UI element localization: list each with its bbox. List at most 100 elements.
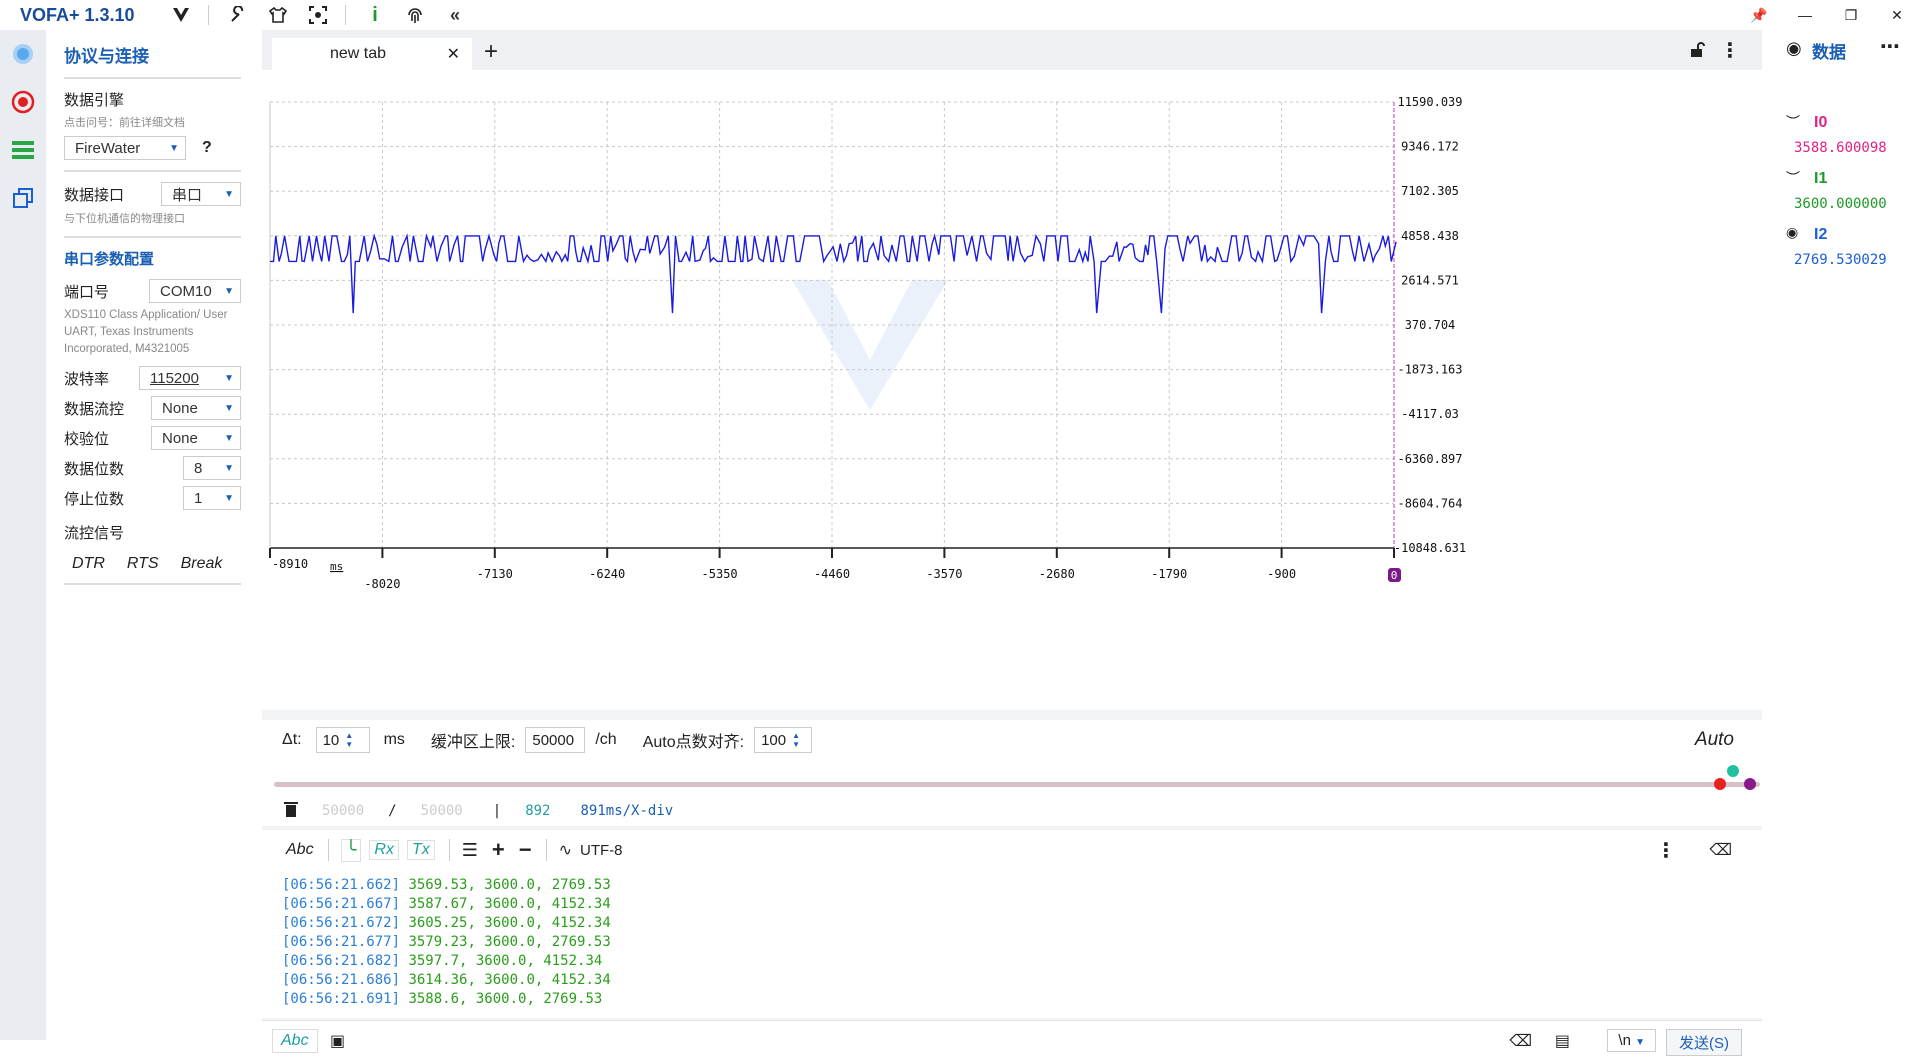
x-tick-label: -900 <box>1267 567 1296 581</box>
tab-new-tab[interactable]: new tab ✕ <box>272 38 472 70</box>
line-values: 3587.67, 3600.0, 4152.34 <box>408 896 611 912</box>
engine-hint: 点击问号：前往详细文档 <box>64 117 185 129</box>
y-tick-label: 4858.438 <box>1401 229 1459 243</box>
timestamp: [06:56:21.667] <box>282 896 401 912</box>
record-icon[interactable] <box>0 78 46 126</box>
channel-name[interactable]: I1 <box>1814 170 1827 188</box>
divider <box>545 839 547 861</box>
break-toggle[interactable]: Break <box>181 555 223 573</box>
eraser-icon[interactable]: ⌫ <box>1509 1031 1532 1051</box>
zoom-in-icon[interactable]: + <box>492 837 505 863</box>
eye-closed-icon[interactable]: ︶ <box>1786 112 1800 132</box>
waveform-chart[interactable]: 11590.039 9346.172 7102.305 4858.438 2614.57… <box>262 70 1762 710</box>
status-row: 50000 / 50000 | 892 891ms/X-div <box>262 796 1762 826</box>
history-icon[interactable]: ▤ <box>1555 1031 1570 1051</box>
auto-mode-button[interactable]: Auto <box>1695 729 1734 751</box>
terminal-toolbar: Abc ╰ Rx Tx ☰ + − ∿ UTF-8 ⋮ ⌫ <box>262 830 1762 870</box>
rts-toggle[interactable]: RTS <box>127 555 159 573</box>
buffer-unit: /ch <box>595 731 617 748</box>
auto-label: Auto点数对齐: <box>642 734 745 751</box>
channel-name[interactable]: I0 <box>1814 114 1827 132</box>
fingerprint-icon[interactable] <box>404 4 426 26</box>
slider-handle-left[interactable] <box>1714 778 1726 790</box>
waveform-icon[interactable]: ∿ <box>559 840 572 860</box>
windows-icon[interactable] <box>0 174 46 222</box>
divider <box>448 839 450 861</box>
info-icon[interactable]: i <box>364 4 386 26</box>
encoding-select[interactable]: UTF-8 <box>580 842 623 859</box>
line-values: 3605.25, 3600.0, 4152.34 <box>408 915 611 931</box>
window-controls: 📌 — ❐ ✕ <box>1736 0 1920 30</box>
terminal-line: [06:56:21.672] 3605.25, 3600.0, 4152.34 <box>282 914 1762 933</box>
close-button[interactable]: ✕ <box>1874 0 1920 30</box>
x-tick-label: -6240 <box>589 567 625 581</box>
buffer-input[interactable]: 50000 <box>525 727 586 753</box>
add-tab-button[interactable]: + <box>484 38 498 66</box>
zoom-out-icon[interactable]: − <box>519 837 532 863</box>
slider-handle-right[interactable] <box>1744 778 1756 790</box>
baud-select[interactable]: 115200 ▼ <box>139 366 241 390</box>
send-button[interactable]: 发送(S) <box>1666 1029 1742 1056</box>
connection-icon[interactable] <box>0 30 46 78</box>
shirt-icon[interactable] <box>267 4 289 26</box>
stopbits-select[interactable]: 1 ▼ <box>183 486 241 510</box>
trash-icon[interactable] <box>284 801 298 821</box>
line-values: 3588.6, 3600.0, 2769.53 <box>408 991 603 1007</box>
timestamp: [06:56:21.686] <box>282 972 401 988</box>
terminal-line: [06:56:21.667] 3587.67, 3600.0, 4152.34 <box>282 895 1762 914</box>
x-tick-label: -2680 <box>1039 567 1075 581</box>
terminal-output[interactable]: [06:56:21.662] 3569.53, 3600.0, 2769.53[… <box>262 870 1762 1018</box>
text-format-icon[interactable]: ☰ <box>462 840 478 861</box>
interface-select[interactable]: 串口 ▼ <box>161 182 241 206</box>
buffer-used: 50000 <box>322 803 365 819</box>
timestamp: [06:56:21.691] <box>282 991 401 1007</box>
list-icon[interactable] <box>0 126 46 174</box>
interface-value: 串口 <box>172 186 203 204</box>
eye-closed-icon[interactable]: ︶ <box>1786 168 1800 188</box>
baud-value: 115200 <box>150 369 199 387</box>
chart-svg[interactable]: 11590.039 9346.172 7102.305 4858.438 2614.57… <box>262 70 1762 710</box>
channel-name[interactable]: I2 <box>1814 226 1827 244</box>
dt-input[interactable]: 10 ▲ ▼ <box>315 727 370 753</box>
unlock-icon[interactable] <box>1690 42 1706 63</box>
chevron-down-icon: ▼ <box>224 188 234 200</box>
buffer-label: 缓冲区上限: <box>430 734 516 751</box>
spinner-icon[interactable]: ▲ ▼ <box>792 731 800 749</box>
flow-select[interactable]: None ▼ <box>151 396 241 420</box>
dtr-toggle[interactable]: DTR <box>72 555 105 573</box>
send-abc-button[interactable]: Abc <box>272 1029 318 1053</box>
abc-button[interactable]: Abc <box>286 841 314 859</box>
divider <box>345 5 346 25</box>
y-tick-label: -10848.631 <box>1394 541 1466 555</box>
tx-button[interactable]: Tx <box>406 840 435 860</box>
eraser-icon[interactable]: ⌫ <box>1709 840 1732 860</box>
auto-input[interactable]: 100 ▲ ▼ <box>754 727 813 753</box>
engine-select[interactable]: FireWater ▼ <box>64 136 186 160</box>
databits-label: 数据位数 <box>64 460 125 478</box>
eye-icon[interactable]: ◉ <box>1786 38 1802 59</box>
eye-icon[interactable]: ◉ <box>1786 224 1798 241</box>
close-icon[interactable]: ✕ <box>447 44 460 64</box>
screenshot-icon[interactable] <box>307 4 329 26</box>
parity-select[interactable]: None ▼ <box>151 426 241 450</box>
slider-handle-mid[interactable] <box>1727 765 1739 777</box>
more-icon[interactable]: ⋮ <box>1720 38 1740 63</box>
channel-value: 2769.530029 <box>1794 252 1887 268</box>
minimize-button[interactable]: — <box>1782 0 1828 30</box>
collapse-icon[interactable]: « <box>444 4 466 26</box>
more-icon[interactable]: ⋯ <box>1880 34 1900 59</box>
databits-select[interactable]: 8 ▼ <box>183 456 241 480</box>
pin-icon[interactable]: 📌 <box>1736 0 1782 30</box>
maximize-button[interactable]: ❐ <box>1828 0 1874 30</box>
wrench-icon[interactable] <box>227 4 249 26</box>
help-button[interactable]: ? <box>202 139 212 157</box>
range-slider[interactable] <box>262 760 1762 796</box>
newline-select[interactable]: \n ▼ <box>1607 1029 1656 1052</box>
port-select[interactable]: COM10 ▼ <box>149 279 241 303</box>
spinner-icon[interactable]: ▲ ▼ <box>345 731 353 749</box>
rx-button[interactable]: Rx <box>369 840 399 860</box>
send-file-icon[interactable]: ▣ <box>330 1031 345 1051</box>
more-icon[interactable]: ⋮ <box>1656 838 1676 863</box>
vofa-logo-icon[interactable] <box>170 4 192 26</box>
phone-icon[interactable]: ╰ <box>340 838 362 862</box>
